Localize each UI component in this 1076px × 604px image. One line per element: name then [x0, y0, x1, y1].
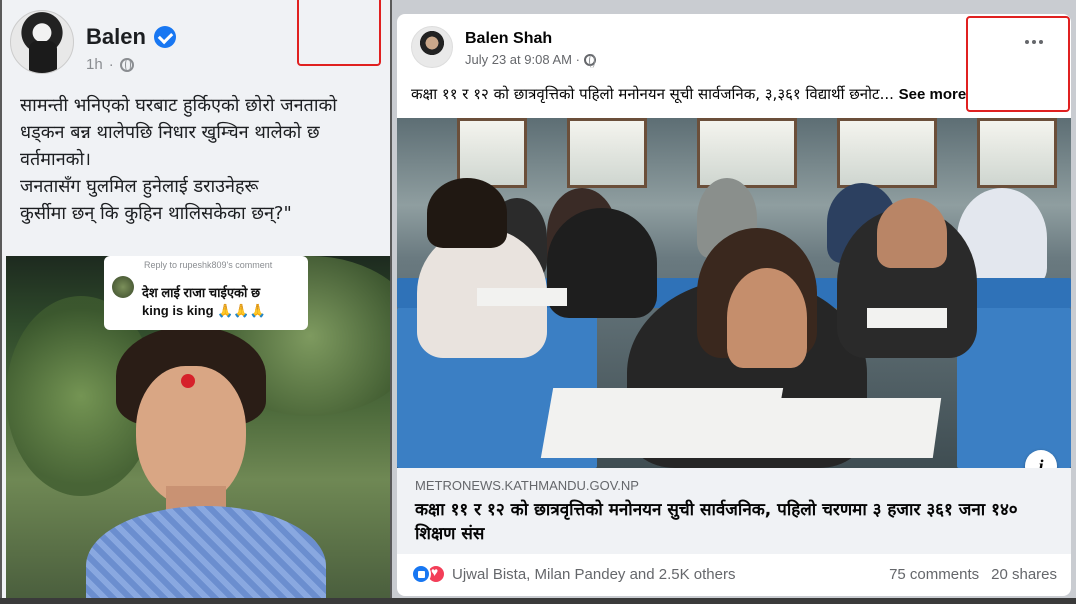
author-name[interactable]: Balen: [86, 24, 146, 50]
caption-text: कक्षा ११ र १२ को छात्रवृत्तिको पहिलो मनो…: [411, 85, 894, 103]
globe-icon: [119, 57, 134, 72]
classroom-window: [977, 118, 1057, 188]
reactors-summary[interactable]: Ujwal Bista, Milan Pandey and 2.5K other…: [452, 566, 735, 583]
comments-count[interactable]: 75 comments: [889, 566, 979, 583]
left-post: Balen 1h · सामन्ती भनिएको घरबाट हुर्किएक…: [0, 0, 392, 604]
classroom-window: [837, 118, 937, 188]
exam-paper: [752, 398, 942, 458]
link-domain: METRONEWS.KATHMANDU.GOV.NP: [415, 478, 639, 493]
post-meta: July 23 at 9:08 AM ·: [465, 52, 596, 68]
author-avatar[interactable]: [10, 10, 74, 74]
post-video[interactable]: Reply to rupeshk809's comment देश लाई रा…: [6, 256, 390, 600]
student: [727, 268, 807, 368]
engagement-counts: 75 comments 20 shares: [889, 566, 1057, 583]
verified-icon: [153, 26, 176, 48]
post-text-line: वर्तमानको।: [20, 149, 91, 170]
post-text-line: जनतासँग घुलमिल हुनेलाई डराउनेहरू: [20, 176, 259, 197]
classroom-window: [697, 118, 797, 188]
globe-icon: [583, 53, 596, 68]
student: [427, 178, 507, 248]
link-title[interactable]: कक्षा ११ र १२ को छात्रवृत्तिको मनोनयन सु…: [415, 498, 1035, 546]
reply-text-line2: king is king 🙏🙏🙏: [142, 303, 266, 318]
post-text: सामन्ती भनिएको घरबाट हुर्किएको छोरो जनता…: [20, 92, 380, 227]
post-text-line: कुर्सीमा छन् कि कुहिन थालिसकेका छन्?": [20, 203, 292, 224]
annotation-box: [966, 16, 1070, 112]
reply-comment-sticker: Reply to rupeshk809's comment देश लाई रा…: [104, 256, 308, 330]
post-time[interactable]: July 23 at 9:08 AM ·: [465, 52, 580, 67]
author-name-row: Balen: [86, 24, 176, 50]
classroom-window: [567, 118, 647, 188]
exam-paper: [540, 388, 784, 458]
shares-count[interactable]: 20 shares: [991, 566, 1057, 583]
post-engagement-bar: Ujwal Bista, Milan Pandey and 2.5K other…: [411, 560, 1057, 588]
link-preview-image[interactable]: i: [397, 118, 1071, 468]
post-time[interactable]: 1h: [86, 56, 103, 73]
post-text-line: धड्कन बन्न थालेपछि निधार खुम्चिन थालेको …: [20, 122, 320, 143]
reply-to-label: Reply to rupeshk809's comment: [144, 260, 273, 270]
student: [877, 198, 947, 268]
tika-mark: [181, 374, 195, 388]
post-caption: कक्षा ११ र १२ को छात्रवृत्तिको पहिलो मनो…: [411, 84, 1061, 104]
exam-paper: [867, 308, 947, 328]
exam-paper: [477, 288, 567, 306]
see-more-link[interactable]: See more: [899, 86, 967, 103]
link-preview[interactable]: METRONEWS.KATHMANDU.GOV.NP कक्षा ११ र १२…: [397, 468, 1071, 554]
annotation-box: [297, 0, 381, 66]
like-icon[interactable]: [411, 564, 431, 584]
author-name[interactable]: Balen Shah: [465, 30, 552, 48]
person-shirt: [86, 506, 326, 600]
post-text-line: सामन्ती भनिएको घरबाट हुर्किएको छोरो जनता…: [20, 95, 337, 116]
bottom-bar: [0, 598, 1076, 604]
commenter-avatar: [112, 276, 134, 298]
post-meta: 1h ·: [86, 56, 134, 73]
author-avatar[interactable]: [411, 26, 453, 68]
reply-text-line1: देश लाई राजा चाईएको छ: [142, 285, 261, 300]
